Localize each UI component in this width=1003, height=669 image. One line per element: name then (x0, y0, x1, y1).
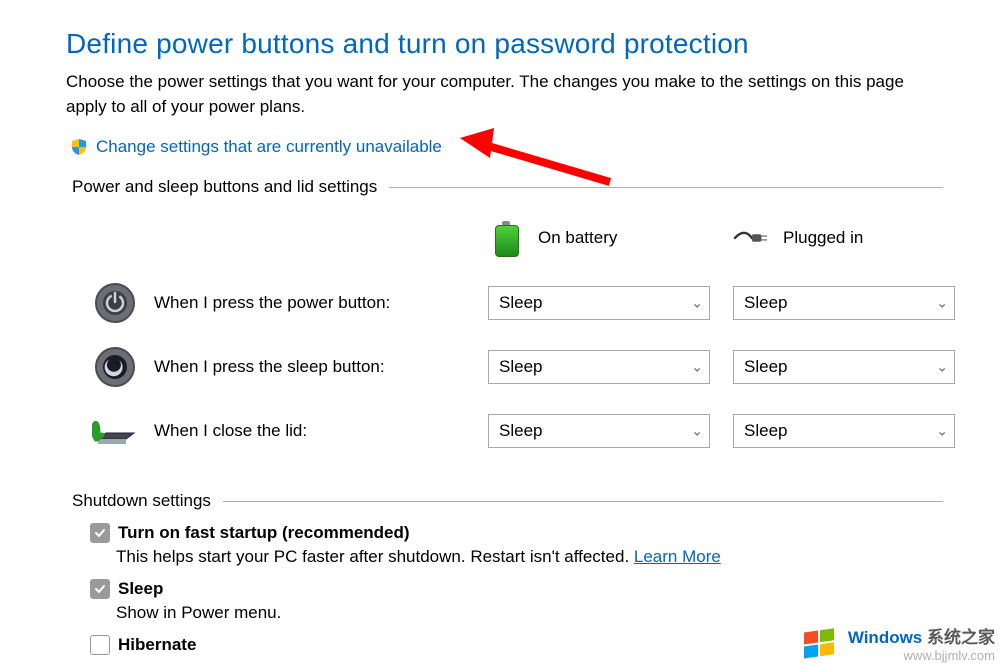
page-subtitle: Choose the power settings that you want … (66, 70, 943, 119)
close-lid-battery-select[interactable]: Sleep ⌄ (488, 414, 710, 448)
chevron-down-icon: ⌄ (936, 295, 948, 312)
page-title: Define power buttons and turn on passwor… (66, 28, 943, 60)
opt-sleep: Sleep Show in Power menu. (90, 579, 943, 623)
chevron-down-icon: ⌄ (691, 295, 703, 312)
plugged-in-header: Plugged in (783, 228, 863, 248)
chevron-down-icon: ⌄ (691, 423, 703, 440)
power-button-icon (92, 280, 138, 326)
learn-more-link[interactable]: Learn More (634, 547, 721, 566)
row-sleep-button: When I press the sleep button: (66, 335, 488, 399)
chevron-down-icon: ⌄ (936, 359, 948, 376)
fast-startup-checkbox[interactable] (90, 523, 110, 543)
change-unavailable-label: Change settings that are currently unava… (96, 137, 442, 157)
hibernate-checkbox[interactable] (90, 635, 110, 655)
close-lid-plugged-select[interactable]: Sleep ⌄ (733, 414, 955, 448)
sleep-checkbox[interactable] (90, 579, 110, 599)
section-power-buttons: Power and sleep buttons and lid settings (66, 177, 943, 197)
uac-shield-icon (70, 138, 88, 156)
sleep-button-icon (92, 344, 138, 390)
sleep-button-battery-select[interactable]: Sleep ⌄ (488, 350, 710, 384)
close-lid-icon (92, 408, 138, 454)
chevron-down-icon: ⌄ (691, 359, 703, 376)
watermark: Windows 系统之家 www.bjjmlv.com (800, 623, 995, 663)
sleep-label: Sleep (118, 579, 163, 599)
power-button-battery-select[interactable]: Sleep ⌄ (488, 286, 710, 320)
row-close-lid: When I close the lid: (66, 399, 488, 463)
section-shutdown-settings: Shutdown settings (66, 491, 943, 511)
windows-logo-icon (800, 623, 840, 663)
opt-fast-startup: Turn on fast startup (recommended) This … (90, 523, 943, 567)
plug-icon (733, 220, 769, 256)
row-power-button: When I press the power button: (66, 271, 488, 335)
chevron-down-icon: ⌄ (936, 423, 948, 440)
sleep-desc: Show in Power menu. (116, 603, 943, 623)
change-unavailable-settings-link[interactable]: Change settings that are currently unava… (70, 137, 943, 157)
sleep-button-plugged-select[interactable]: Sleep ⌄ (733, 350, 955, 384)
on-battery-header: On battery (538, 228, 617, 248)
column-headers: On battery Plugged in (66, 205, 943, 271)
fast-startup-desc: This helps start your PC faster after sh… (116, 547, 634, 566)
fast-startup-label: Turn on fast startup (recommended) (118, 523, 410, 543)
hibernate-label: Hibernate (118, 635, 196, 655)
battery-icon (488, 220, 524, 256)
power-button-plugged-select[interactable]: Sleep ⌄ (733, 286, 955, 320)
